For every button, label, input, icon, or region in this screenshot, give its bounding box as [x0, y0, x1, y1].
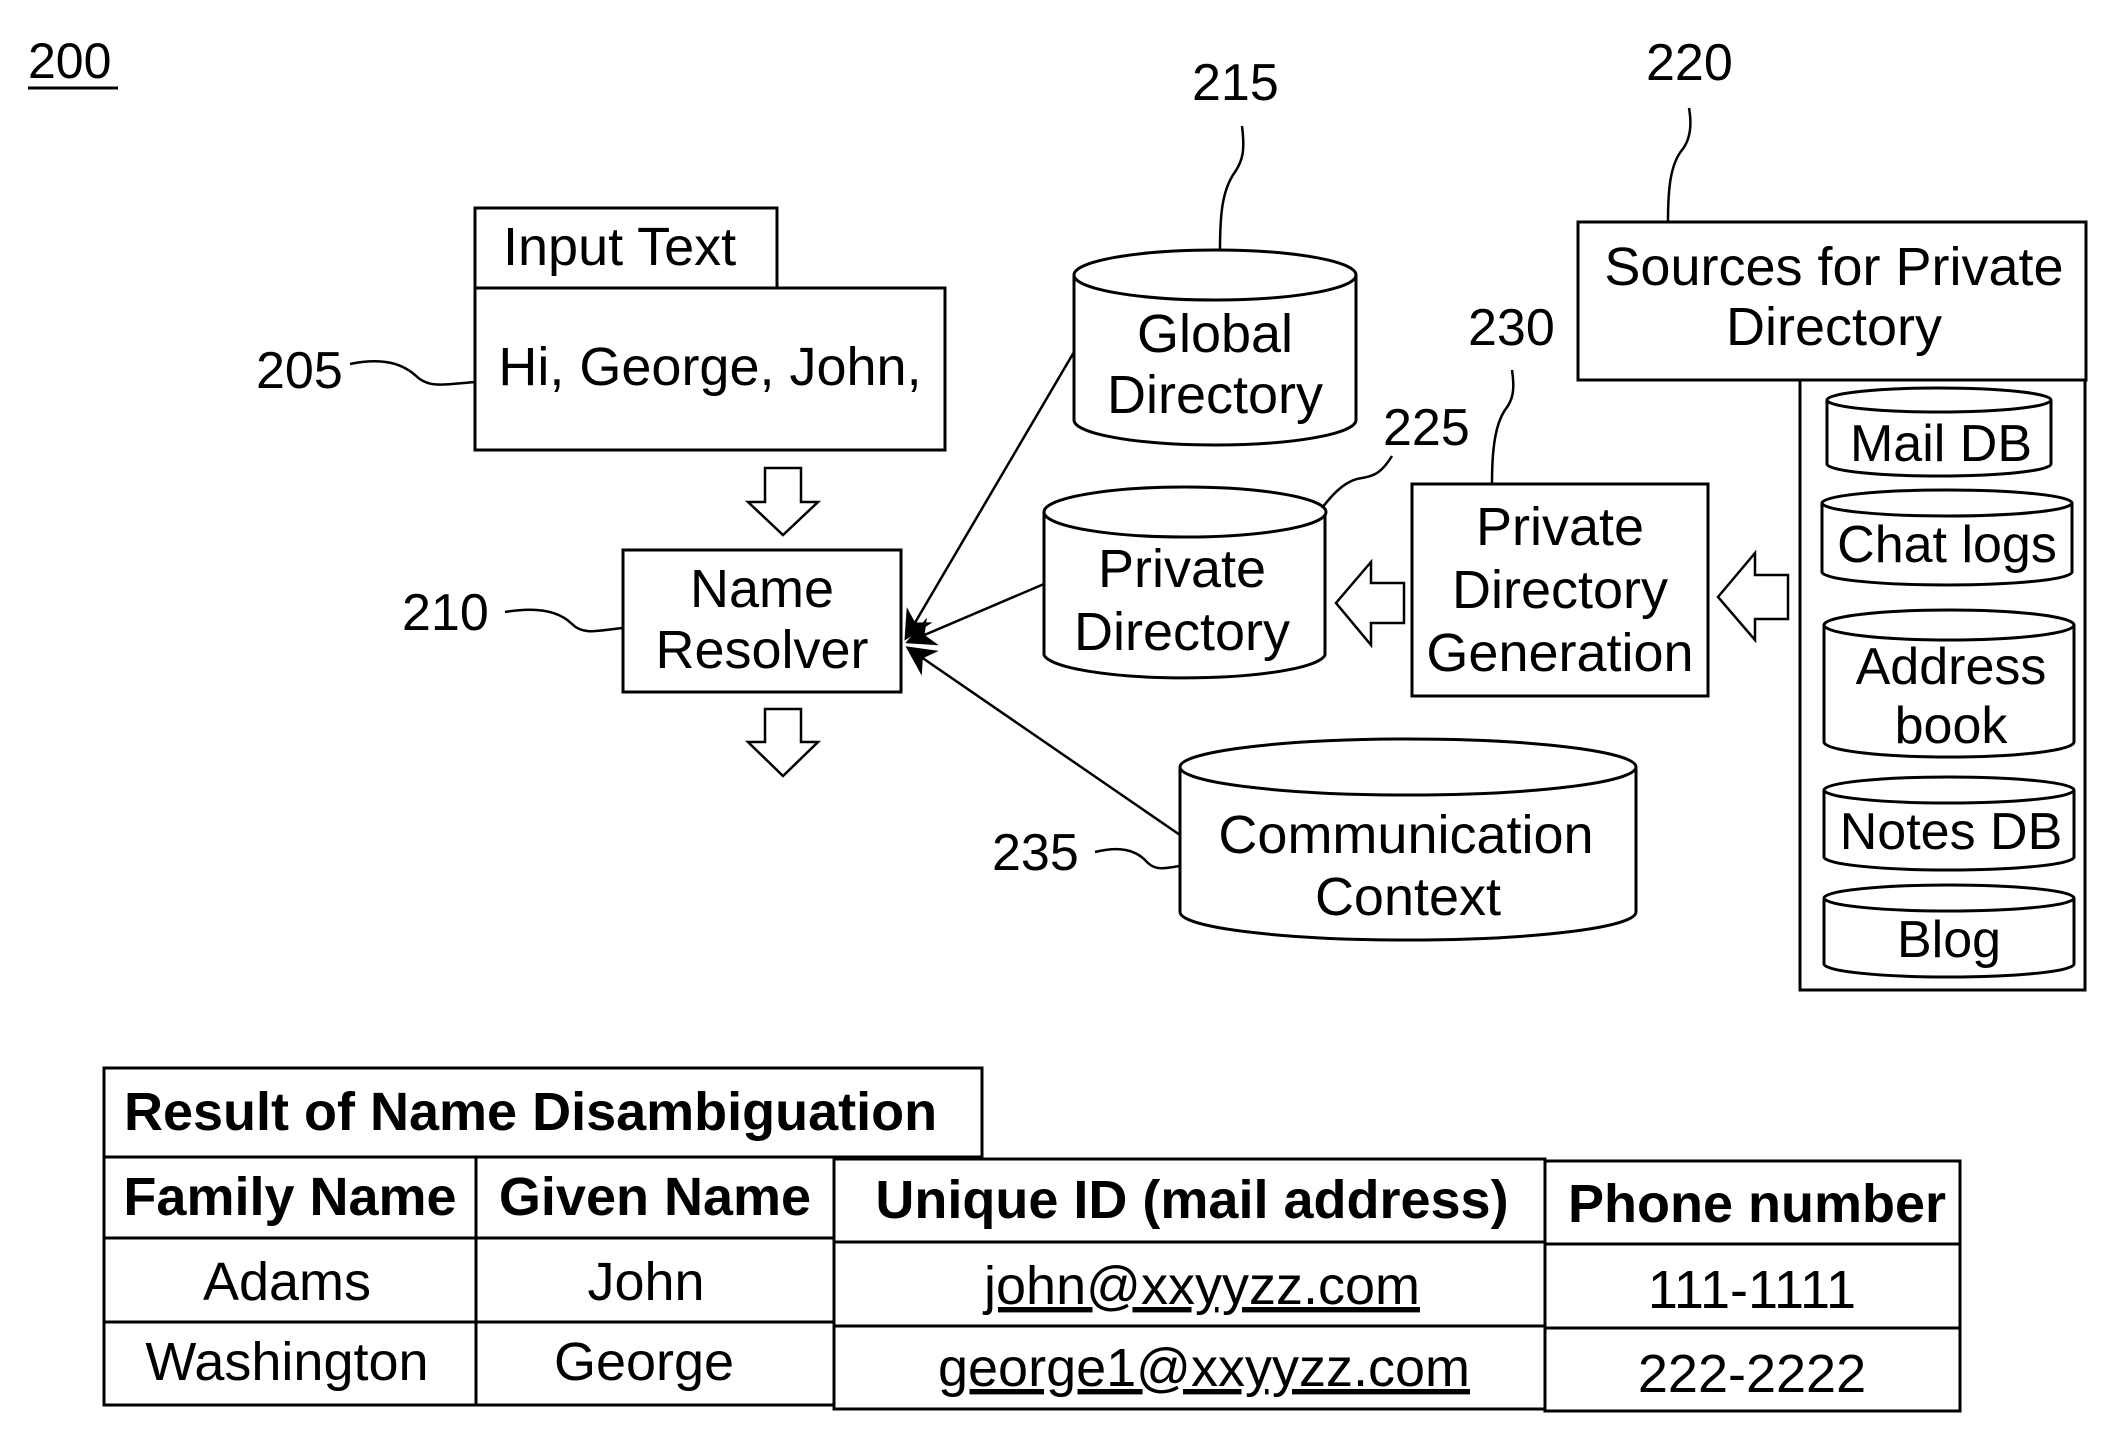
communication-context-db: Communication Context	[1178, 737, 1638, 942]
input-text-block: Input Text Hi, George, John,	[473, 206, 947, 452]
generation-line-3: Generation	[1426, 623, 1693, 683]
source-label: book	[1895, 697, 2009, 755]
mail-db-top	[1825, 386, 2053, 414]
input-text-content: Hi, George, John,	[498, 337, 921, 397]
ref-label-235: 235	[992, 824, 1079, 882]
cell-given-name: John	[587, 1252, 704, 1312]
leader-line-205	[349, 360, 476, 386]
private-directory-top	[1042, 485, 1328, 539]
private-directory-generation-block: Private Directory Generation	[1410, 482, 1710, 698]
communication-context-line-2: Context	[1315, 867, 1501, 927]
ref-label-230: 230	[1468, 299, 1555, 357]
table-header-row: Family Name Given Name Unique ID (mail a…	[102, 1155, 1962, 1246]
source-notes-db: Notes DB	[1822, 775, 2076, 872]
ref-label-205: 205	[256, 342, 343, 400]
cell-family-name: Adams	[203, 1252, 371, 1312]
communication-context-line-1: Communication	[1218, 805, 1593, 865]
cell-phone: 111-1111	[1648, 1260, 1856, 1320]
sources-header-line-1: Sources for Private	[1604, 237, 2063, 297]
leader-line-230	[1490, 369, 1515, 485]
private-to-resolver-arrow	[905, 582, 1045, 646]
ref-label-220: 220	[1646, 34, 1733, 92]
private-directory-db: Private Directory	[1042, 485, 1328, 680]
figure-number-label: 200	[28, 33, 111, 89]
table-row: Washington George george1@xxyyzz.com 222…	[102, 1320, 1962, 1413]
global-directory-line-2: Directory	[1107, 365, 1323, 425]
ref-label-225: 225	[1383, 399, 1470, 457]
down-arrow-icon	[744, 466, 822, 537]
source-mail-db: Mail DB	[1825, 386, 2053, 478]
source-label: Chat logs	[1837, 516, 2057, 574]
leader-line-225	[1321, 455, 1394, 509]
source-chat-logs: Chat logs	[1820, 488, 2074, 587]
cell-phone: 222-2222	[1638, 1344, 1866, 1404]
ref-label-215: 215	[1192, 54, 1279, 112]
private-directory-line-2: Directory	[1074, 602, 1290, 662]
ref-label-210: 210	[402, 584, 489, 642]
global-directory-db: Global Directory	[1072, 248, 1358, 447]
source-label: Blog	[1897, 911, 2001, 969]
global-directory-top	[1072, 248, 1358, 302]
left-arrow-icon	[1716, 549, 1790, 644]
leader-line-220	[1666, 107, 1692, 223]
source-label: Mail DB	[1850, 415, 2032, 473]
cell-email-link[interactable]: george1@xxyyzz.com	[938, 1338, 1470, 1398]
source-blog: Blog	[1822, 883, 2076, 979]
private-directory-line-1: Private	[1098, 539, 1266, 599]
source-address-book: Address book	[1822, 608, 2076, 759]
column-header-given-name: Given Name	[499, 1167, 811, 1227]
notes-db-top	[1822, 775, 2076, 805]
cell-given-name: George	[554, 1332, 734, 1392]
leader-line-210	[504, 608, 624, 633]
column-header-family-name: Family Name	[123, 1167, 456, 1227]
table-row: Adams John john@xxyyzz.com 111-1111	[102, 1236, 1962, 1330]
chat-logs-top	[1820, 488, 2074, 518]
input-text-header: Input Text	[503, 217, 736, 277]
column-header-phone-number: Phone number	[1568, 1174, 1946, 1234]
name-resolver-line-1: Name	[690, 559, 834, 619]
result-table-title: Result of Name Disambiguation	[124, 1082, 937, 1142]
communication-context-top	[1178, 737, 1638, 797]
generation-line-2: Directory	[1452, 560, 1668, 620]
blog-top	[1822, 883, 2076, 913]
output-arrow-icon	[744, 707, 822, 778]
name-disambiguation-diagram: 200 Input Text Hi, George, John, 205 Nam…	[0, 0, 2116, 1442]
source-label: Notes DB	[1840, 803, 2063, 861]
generation-line-1: Private	[1476, 497, 1644, 557]
source-label: Address	[1856, 638, 2047, 696]
name-resolver-block: Name Resolver	[621, 548, 903, 694]
result-table: Result of Name Disambiguation Family Nam…	[102, 1066, 1962, 1413]
leader-line-215	[1218, 125, 1245, 251]
leader-line-235	[1094, 848, 1181, 870]
address-book-top	[1822, 608, 2076, 642]
cell-email-link[interactable]: john@xxyyzz.com	[982, 1256, 1420, 1316]
column-header-unique-id: Unique ID (mail address)	[875, 1170, 1508, 1230]
figure-number: 200	[28, 33, 118, 90]
cell-family-name: Washington	[145, 1332, 428, 1392]
name-resolver-line-2: Resolver	[655, 620, 868, 680]
global-directory-line-1: Global	[1137, 304, 1293, 364]
sources-header-line-2: Directory	[1726, 297, 1942, 357]
left-arrow-icon	[1334, 558, 1406, 649]
